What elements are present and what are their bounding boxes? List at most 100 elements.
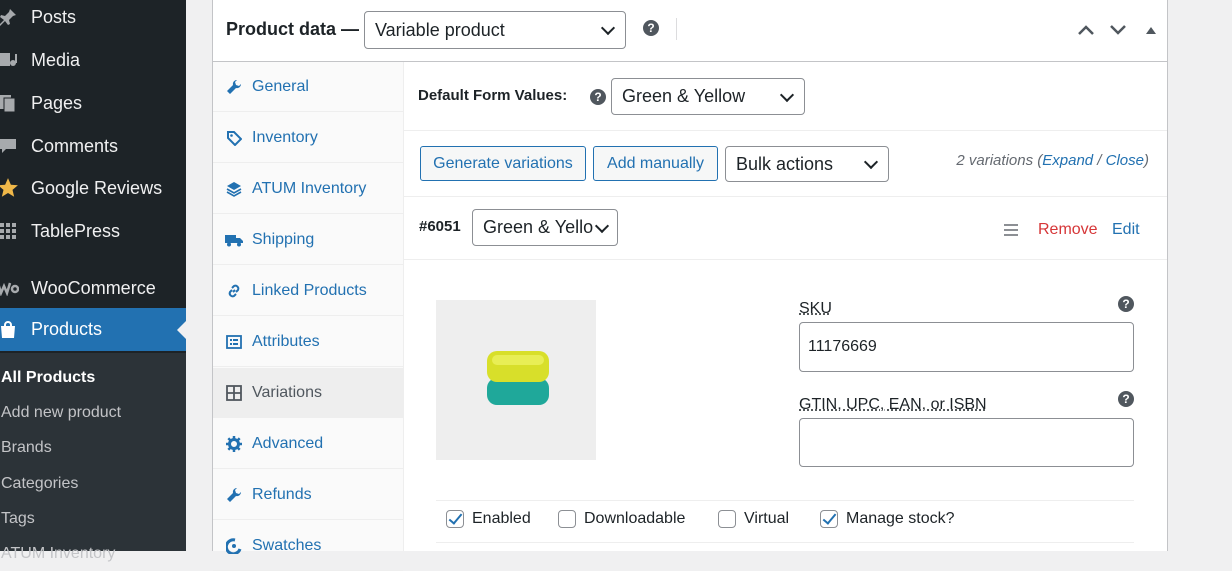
variations-count: 2 variations (Expand / Close) xyxy=(956,152,1149,169)
tab-label: General xyxy=(252,77,309,95)
submenu-brands[interactable]: Brands xyxy=(1,439,52,457)
link-icon xyxy=(225,282,243,300)
downloadable-checkbox[interactable]: Downloadable xyxy=(558,510,685,528)
edit-link[interactable]: Edit xyxy=(1112,221,1140,239)
product-data-tabs: General Inventory ATUM Inventory Shippin… xyxy=(213,62,404,571)
tab-label: Inventory xyxy=(252,128,318,146)
menu-woocommerce[interactable]: WooCommerce xyxy=(0,268,186,308)
expand-link[interactable]: Expand xyxy=(1042,152,1093,169)
variation-header[interactable]: #6051 Green & Yello Remove Edit xyxy=(404,197,1167,260)
option-label: Downloadable xyxy=(584,510,686,527)
sku-label: SKU xyxy=(799,300,832,317)
tab-label: Linked Products xyxy=(252,281,367,299)
tab-swatches[interactable]: Swatches xyxy=(213,521,403,571)
variation-id: #6051 xyxy=(419,218,461,235)
tag-icon xyxy=(225,129,243,147)
tab-attributes[interactable]: Attributes xyxy=(213,317,403,367)
separator: / xyxy=(1093,152,1106,169)
help-icon[interactable]: ? xyxy=(1118,391,1134,407)
collapse-toggle-icon[interactable] xyxy=(1139,18,1163,42)
menu-label: Comments xyxy=(31,135,119,156)
tab-label: ATUM Inventory xyxy=(252,179,367,197)
product-type-value: Variable product xyxy=(375,19,505,40)
count-end: ) xyxy=(1144,152,1149,169)
menu-posts[interactable]: Posts xyxy=(0,0,186,37)
bulk-actions-value: Bulk actions xyxy=(736,153,834,174)
tab-refunds[interactable]: Refunds xyxy=(213,470,403,520)
variation-image[interactable] xyxy=(436,300,596,460)
tab-variations[interactable]: Variations xyxy=(213,368,403,418)
menu-label: WooCommerce xyxy=(31,277,156,298)
drag-handle-icon[interactable] xyxy=(1004,224,1018,239)
gtin-label: GTIN, UPC, EAN, or ISBN xyxy=(799,396,987,413)
pages-icon xyxy=(0,91,20,115)
menu-label: Media xyxy=(31,49,81,70)
bag-icon xyxy=(0,318,20,342)
sku-input[interactable]: 11176669 xyxy=(799,322,1134,372)
generate-variations-button[interactable]: Generate variations xyxy=(420,146,586,181)
bulk-actions-select[interactable]: Bulk actions xyxy=(725,146,889,182)
tab-inventory[interactable]: Inventory xyxy=(213,113,403,163)
product-type-select[interactable]: Variable product xyxy=(364,11,626,49)
variations-panel: Default Form Values: ? Green & Yellow Ge… xyxy=(404,62,1167,551)
default-form-values-label: Default Form Values: xyxy=(418,87,568,104)
count-text: 2 variations ( xyxy=(956,152,1043,169)
manage-stock-checkbox[interactable]: Manage stock? xyxy=(820,510,955,528)
remove-link[interactable]: Remove xyxy=(1038,221,1098,239)
option-label: Virtual xyxy=(744,510,790,527)
checkbox-unchecked-icon xyxy=(558,510,576,528)
variation-options-row: Enabled Downloadable Virtual Manage stoc… xyxy=(436,500,1134,543)
menu-label: Google Reviews xyxy=(31,177,163,198)
checkbox-unchecked-icon xyxy=(718,510,736,528)
list-icon xyxy=(225,333,243,351)
menu-pages[interactable]: Pages xyxy=(0,83,186,123)
submenu-atum-inventory[interactable]: ATUM Inventory xyxy=(1,545,115,563)
submenu-tags[interactable]: Tags xyxy=(1,510,35,528)
chevron-down-icon xyxy=(779,87,795,102)
woo-icon xyxy=(0,276,20,300)
tab-label: Shipping xyxy=(252,230,315,248)
default-form-values-row: Default Form Values: ? Green & Yellow xyxy=(404,62,1167,131)
truck-icon xyxy=(225,231,243,249)
tab-linked-products[interactable]: Linked Products xyxy=(213,266,403,316)
tab-label: Attributes xyxy=(252,332,320,350)
checkbox-checked-icon xyxy=(820,510,838,528)
menu-google-reviews[interactable]: Google Reviews xyxy=(0,168,186,208)
variation-attribute-value: Green & Yello xyxy=(483,217,594,237)
add-manually-button[interactable]: Add manually xyxy=(593,146,718,181)
products-submenu: All Products Add new product Brands Cate… xyxy=(0,353,186,562)
close-link[interactable]: Close xyxy=(1106,152,1144,169)
move-up-icon[interactable] xyxy=(1074,18,1098,42)
tab-label: Variations xyxy=(252,383,322,401)
menu-comments[interactable]: Comments xyxy=(0,126,186,166)
submenu-all-products[interactable]: All Products xyxy=(1,369,95,387)
menu-label: TablePress xyxy=(31,220,121,241)
admin-sidebar: Posts Media Pages Comments Google Review… xyxy=(0,0,186,562)
tab-general[interactable]: General xyxy=(213,62,403,112)
gtin-input[interactable] xyxy=(799,418,1134,467)
default-value: Green & Yellow xyxy=(622,86,746,106)
menu-media[interactable]: Media xyxy=(0,40,186,80)
menu-label: Products xyxy=(31,319,103,339)
checkbox-checked-icon xyxy=(446,510,464,528)
help-icon[interactable]: ? xyxy=(590,89,606,105)
submenu-categories[interactable]: Categories xyxy=(1,475,78,493)
move-down-icon[interactable] xyxy=(1106,18,1130,42)
tab-shipping[interactable]: Shipping xyxy=(213,215,403,265)
variation-attribute-select[interactable]: Green & Yello xyxy=(472,209,618,246)
tab-label: Refunds xyxy=(252,485,312,503)
tab-advanced[interactable]: Advanced xyxy=(213,419,403,469)
tab-atum-inventory[interactable]: ATUM Inventory xyxy=(213,164,403,214)
menu-products[interactable]: Products xyxy=(0,308,186,351)
default-value-select[interactable]: Green & Yellow xyxy=(611,78,805,115)
layers-icon xyxy=(225,180,243,198)
menu-tablepress[interactable]: TablePress xyxy=(0,211,186,251)
option-label: Manage stock? xyxy=(846,510,955,527)
wrench-icon xyxy=(225,486,243,504)
help-icon[interactable]: ? xyxy=(643,20,659,36)
enabled-checkbox[interactable]: Enabled xyxy=(446,510,531,528)
virtual-checkbox[interactable]: Virtual xyxy=(718,510,789,528)
metabox-title: Product data — xyxy=(226,19,360,39)
submenu-add-new-product[interactable]: Add new product xyxy=(1,404,121,422)
help-icon[interactable]: ? xyxy=(1118,296,1134,312)
